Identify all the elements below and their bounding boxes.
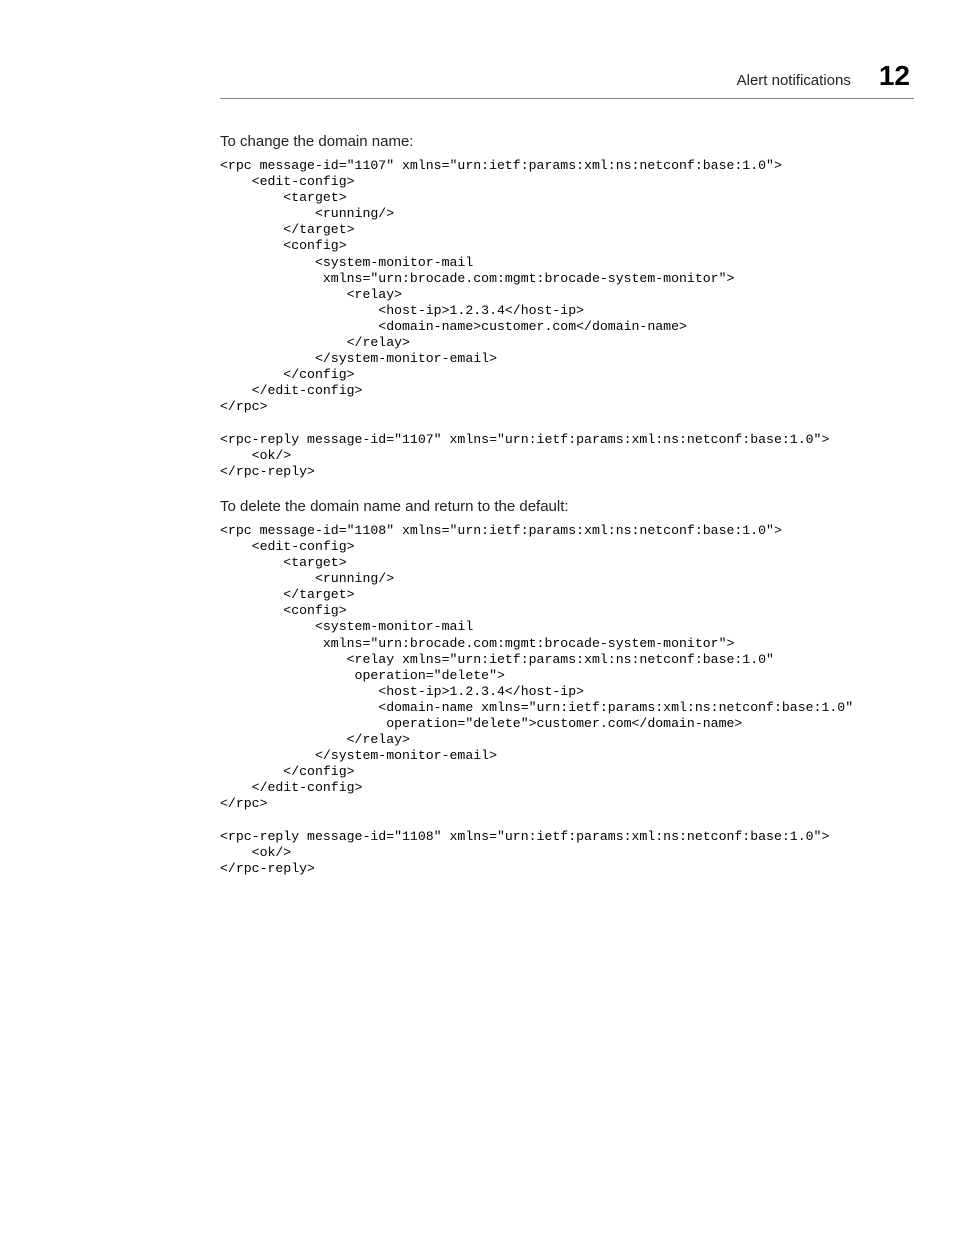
header-rule xyxy=(220,98,914,99)
chapter-number: 12 xyxy=(879,60,910,92)
section-2-para: To delete the domain name and return to … xyxy=(220,498,914,515)
page-content: Alert notifications 12 To change the dom… xyxy=(0,0,954,877)
section-1-code: <rpc message-id="1107" xmlns="urn:ietf:p… xyxy=(220,158,914,480)
header-title: Alert notifications xyxy=(737,72,851,89)
page-header: Alert notifications 12 xyxy=(220,60,914,92)
section-1-para: To change the domain name: xyxy=(220,133,914,150)
section-2-code: <rpc message-id="1108" xmlns="urn:ietf:p… xyxy=(220,523,914,877)
